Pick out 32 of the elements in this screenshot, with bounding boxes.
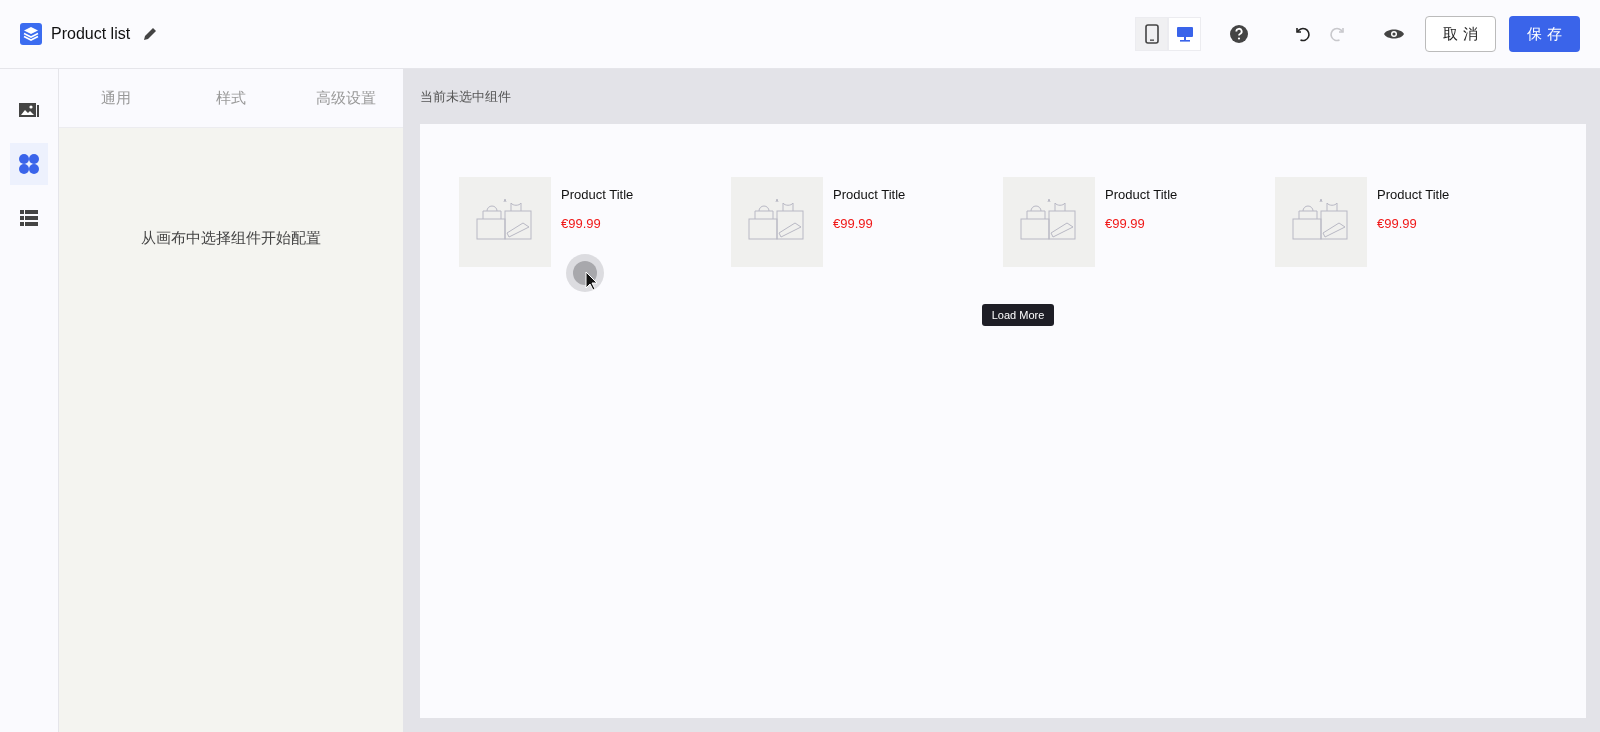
product-price: €99.99 — [1105, 214, 1146, 233]
layers-logo-icon — [20, 23, 42, 45]
product-price: €99.99 — [561, 214, 602, 233]
components-button[interactable] — [10, 143, 48, 185]
cancel-button[interactable]: 取 消 — [1425, 16, 1496, 52]
product-price: €99.99 — [833, 214, 874, 233]
page-title: Product list — [51, 24, 131, 44]
settings-tab[interactable]: 样式 — [173, 69, 289, 127]
undo-icon[interactable] — [1293, 25, 1311, 43]
mobile-phone-icon — [1144, 24, 1159, 44]
preview-eye-icon[interactable] — [1383, 27, 1405, 41]
cursor-click-icon — [566, 254, 606, 294]
image-gallery-icon — [18, 101, 40, 119]
product-title: Product Title — [1377, 186, 1450, 204]
mobile-view-button[interactable] — [1135, 17, 1168, 51]
product-price: €99.99 — [1377, 214, 1418, 233]
four-dots-icon — [18, 153, 40, 175]
product-title: Product Title — [833, 186, 906, 204]
desktop-view-button[interactable] — [1168, 17, 1201, 51]
product-title: Product Title — [1105, 186, 1178, 204]
empty-hint: 从画布中选择组件开始配置 — [141, 228, 321, 248]
selection-status: 当前未选中组件 — [420, 87, 511, 106]
settings-tab[interactable]: 高级设置 — [288, 69, 403, 127]
pencil-icon — [142, 26, 159, 42]
stacked-rows-icon — [19, 209, 39, 227]
product-title: Product Title — [561, 186, 634, 204]
help-icon[interactable] — [1229, 24, 1249, 44]
edit-title-button[interactable] — [142, 26, 159, 42]
load-more-button[interactable]: Load More — [981, 304, 1055, 326]
settings-tab[interactable]: 通用 — [59, 69, 174, 127]
save-button[interactable]: 保 存 — [1509, 16, 1580, 52]
desktop-monitor-icon — [1175, 25, 1194, 43]
